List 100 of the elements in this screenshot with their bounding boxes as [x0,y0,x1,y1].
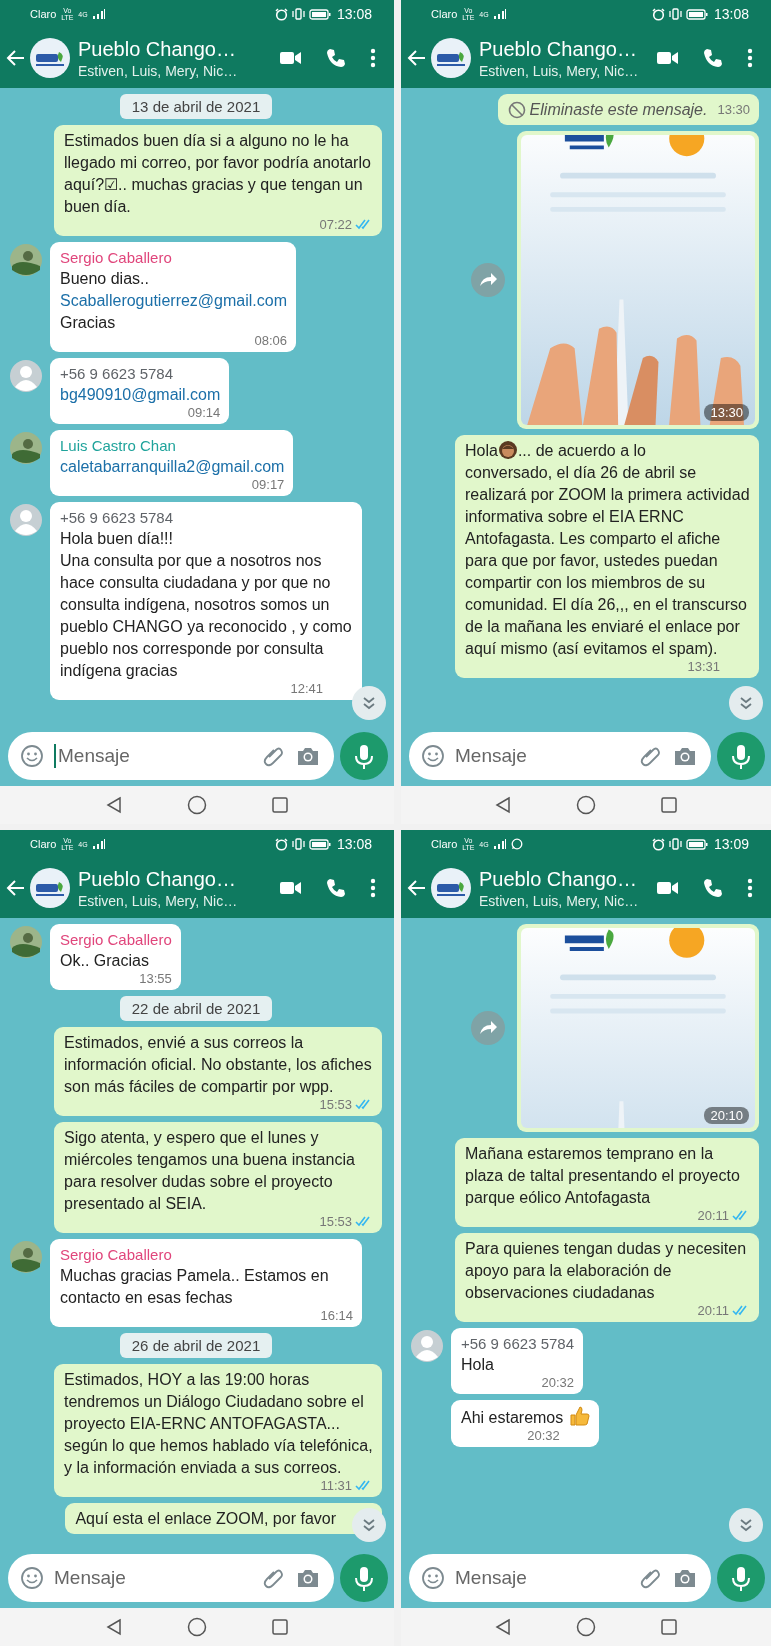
home-icon[interactable] [187,795,207,815]
group-avatar-icon[interactable] [30,868,70,908]
carrier-name: Claro [431,8,458,20]
recents-icon[interactable] [660,796,678,814]
carrier-name: Claro [431,838,458,850]
message-time: 11:31 [320,1478,352,1493]
back-icon[interactable] [494,796,512,814]
battery-icon [308,8,331,20]
microphone-button[interactable] [340,1554,388,1602]
more-options-icon[interactable] [370,48,376,68]
home-icon[interactable] [576,795,596,815]
chat-title[interactable]: Pueblo Chango… [78,867,276,891]
phone-icon[interactable] [326,878,346,898]
back-icon[interactable] [105,796,123,814]
participants-list: Estiven, Luis, Mery, Nic… [78,892,276,909]
signal-icon [91,9,106,19]
microphone-button[interactable] [340,732,388,780]
woman-emoji-icon [497,440,518,460]
back-arrow-icon[interactable] [407,878,427,898]
email-link[interactable]: bg490910@gmail.com [60,384,221,406]
video-call-icon[interactable] [280,880,302,896]
message-time: 08:06 [254,333,287,348]
home-icon[interactable] [576,1617,596,1637]
message-input[interactable]: Mensaje [455,1567,629,1589]
phone-icon[interactable] [326,48,346,68]
image-message[interactable]: 13:30 [517,131,759,429]
microphone-button[interactable] [717,1554,765,1602]
back-arrow-icon[interactable] [407,48,427,68]
message-field[interactable]: Mensaje [409,732,711,780]
back-icon[interactable] [494,1618,512,1636]
forward-icon[interactable] [471,1011,505,1045]
vibrate-icon [668,838,682,850]
video-call-icon[interactable] [657,880,679,896]
message-time: 13:31 [687,659,720,674]
scroll-down-icon[interactable] [729,686,763,720]
more-options-icon[interactable] [747,48,753,68]
message-time: 13:30 [717,102,750,117]
home-icon[interactable] [187,1617,207,1637]
battery-icon [308,838,331,850]
video-call-icon[interactable] [280,50,302,66]
default-avatar-icon [411,1330,443,1362]
microphone-button[interactable] [717,732,765,780]
carrier-name: Claro [30,8,57,20]
recents-icon[interactable] [271,796,289,814]
chat-title[interactable]: Pueblo Chango… [479,867,653,891]
message-input[interactable]: Mensaje [455,745,629,767]
message-text: Hola buen día!!! Una consulta por que a nosotros nos hace consulta ciudadana y por que no consulta indígena, nosotros somos un pueblo CHANGO ya reconocido , y como pueblo nos corresponde por consulta indígena gracias [60,529,353,681]
camera-icon[interactable] [673,745,697,767]
participants-list: Estiven, Luis, Mery, Nic… [78,62,276,79]
more-options-icon[interactable] [370,878,376,898]
message-text: Hola [465,442,498,459]
emoji-icon[interactable] [20,1566,44,1590]
chat-title[interactable]: Pueblo Chango… [78,37,276,61]
default-avatar-icon [10,360,42,392]
phone-icon[interactable] [703,48,723,68]
group-avatar-icon[interactable] [431,868,471,908]
email-link[interactable]: Scaballerogutierrez@gmail.com [60,290,287,312]
image-message[interactable]: 20:10 [517,924,759,1132]
camera-icon[interactable] [673,1567,697,1589]
recents-icon[interactable] [660,1618,678,1636]
message-text: Estimados, envié a sus correos la información oficial. No obstante, los afiches son más fáciles de compartir por wpp. [64,1033,373,1097]
forward-icon[interactable] [471,263,505,297]
back-arrow-icon[interactable] [6,48,26,68]
message-time: 20:32 [541,1375,575,1390]
contact-avatar [10,244,42,276]
status-time: 13:08 [336,6,372,22]
message-field[interactable]: Mensaje [8,1554,334,1602]
message-field[interactable]: Mensaje [8,732,334,780]
chat-title[interactable]: Pueblo Chango… [479,37,653,61]
message-time: 09:14 [187,405,221,420]
message-field[interactable]: Mensaje [409,1554,711,1602]
signal-icon [492,9,507,19]
emoji-icon[interactable] [20,744,44,768]
camera-icon[interactable] [296,1567,320,1589]
video-call-icon[interactable] [657,50,679,66]
emoji-icon[interactable] [421,1566,445,1590]
message-input[interactable]: Mensaje [58,745,252,767]
message-input[interactable]: Mensaje [54,1567,252,1589]
email-link[interactable]: caletabarranquilla2@gmail.com [60,456,285,478]
back-icon[interactable] [105,1618,123,1636]
message-text: Estimados buen día si a alguno no le ha llegado mi correo, por favor podría anotarlo aquí?☑.. muchas gracias y que tengan un buen día. [64,131,372,217]
message-time: 15:53 [319,1214,352,1229]
message-text: Mañana estaremos temprano en la plaza de taltal presentando el proyecto parque eólico Antofagasta [465,1144,741,1208]
message-text: Muchas gracias Pamela.. Estamos en contacto en esas fechas [60,1266,330,1308]
alarm-icon [274,837,288,851]
back-arrow-icon[interactable] [6,878,26,898]
group-avatar-icon[interactable] [431,38,471,78]
message-text: Aquí esta el enlace ZOOM, por favor [75,1509,336,1529]
emoji-icon[interactable] [421,744,445,768]
group-avatar-icon[interactable] [30,38,70,78]
recents-icon[interactable] [271,1618,289,1636]
scroll-down-icon[interactable] [352,1508,386,1542]
phone-icon[interactable] [703,878,723,898]
camera-icon[interactable] [296,745,320,767]
status-time: 13:08 [713,6,749,22]
date-chip: 13 de abril de 2021 [119,94,273,119]
scroll-down-icon[interactable] [729,1508,763,1542]
more-options-icon[interactable] [747,878,753,898]
message-text: Sigo atenta, y espero que el lunes y miércoles tengamos una buena instancia para resolver dudas sobre el proyecto presentado al SEIA. [64,1128,356,1214]
scroll-down-icon[interactable] [352,686,386,720]
